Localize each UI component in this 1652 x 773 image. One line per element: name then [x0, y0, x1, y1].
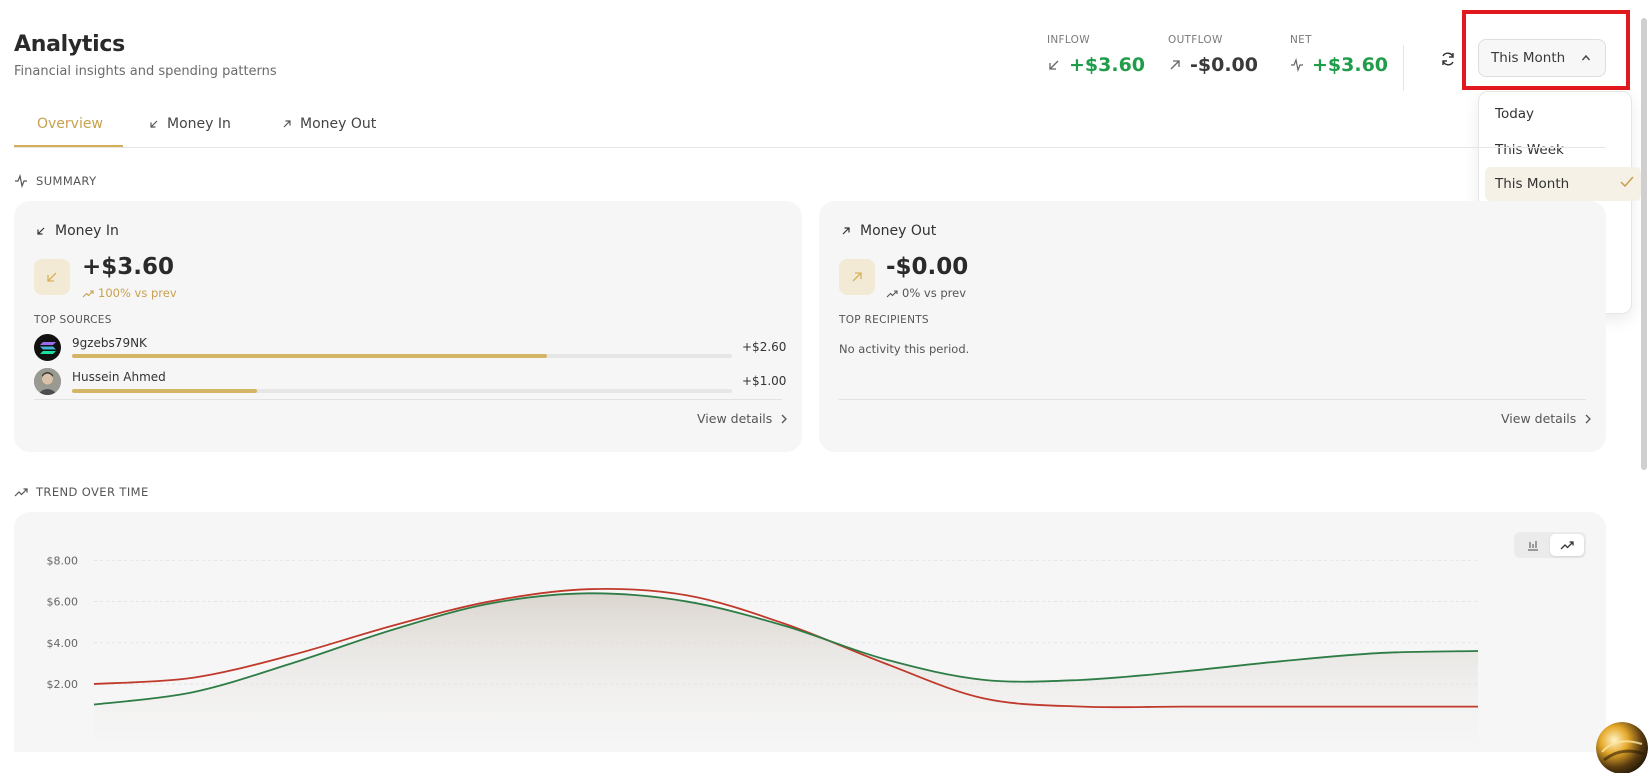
source-name: Hussein Ahmed	[72, 370, 166, 384]
view-details-text: View details	[697, 411, 773, 426]
trending-up-icon	[14, 488, 28, 497]
outflow-value: -$0.00	[1190, 54, 1258, 76]
assistant-orb-button[interactable]	[1596, 722, 1648, 773]
line-chart-button[interactable]	[1550, 534, 1584, 556]
trend-section-label: TREND OVER TIME	[14, 485, 149, 499]
tab-overview[interactable]: Overview	[37, 116, 103, 132]
check-icon	[1620, 176, 1634, 188]
money-out-change: 0% vs prev	[886, 286, 966, 300]
money-in-view-details-link[interactable]: View details	[697, 411, 788, 426]
highlight-box	[1462, 10, 1630, 90]
menu-item-this-week[interactable]: This Week	[1485, 133, 1641, 167]
trend-chart: $8.00 $6.00 $4.00 $2.00	[47, 554, 1479, 742]
activity-icon	[15, 174, 27, 188]
summary-label: SUMMARY	[36, 174, 97, 188]
view-details-text: View details	[1501, 411, 1577, 426]
person-photo-icon	[34, 368, 61, 395]
source-amount: +$1.00	[742, 374, 787, 388]
tab-money-out[interactable]: Money Out	[282, 116, 376, 132]
y-tick-label: $8.00	[47, 554, 79, 567]
refresh-icon	[1442, 52, 1454, 66]
source-bar-track	[72, 389, 732, 393]
outflow-label: OUTFLOW	[1168, 34, 1223, 46]
inflow-stat: INFLOW +$3.60	[1047, 34, 1145, 76]
tabs-divider	[14, 147, 1606, 148]
trend-chart-card: $8.00 $6.00 $4.00 $2.00	[14, 512, 1606, 752]
y-tick-label: $6.00	[47, 596, 79, 609]
avatar	[34, 334, 61, 361]
money-out-view-details-link[interactable]: View details	[1501, 411, 1592, 426]
y-tick-label: $4.00	[47, 637, 79, 650]
trending-up-icon	[1560, 541, 1574, 550]
top-recipients-label: TOP RECIPIENTS	[839, 314, 929, 326]
empty-state-text: No activity this period.	[839, 342, 970, 356]
arrow-up-right-icon	[852, 272, 862, 282]
orb-icon	[1596, 722, 1648, 773]
menu-item-today[interactable]: Today	[1485, 97, 1641, 131]
money-out-card	[819, 201, 1606, 452]
solana-logo-icon	[39, 341, 56, 354]
net-label: NET	[1290, 34, 1312, 46]
card-divider	[839, 399, 1586, 400]
inflow-label: INFLOW	[1047, 34, 1090, 46]
arrow-down-left-icon	[37, 227, 45, 235]
money-out-amount: -$0.00	[886, 254, 969, 280]
money-in-icon-tile	[34, 259, 70, 295]
money-out-card-title: Money Out	[841, 223, 936, 239]
card-divider	[34, 399, 782, 400]
source-bar-track	[72, 354, 732, 358]
outflow-stat: OUTFLOW -$0.00	[1168, 34, 1258, 76]
y-tick-label: $2.00	[47, 678, 79, 691]
money-in-card	[14, 201, 802, 452]
menu-item-label: This Month	[1495, 176, 1570, 192]
summary-section-label: SUMMARY	[14, 174, 97, 188]
change-text: 0% vs prev	[902, 286, 967, 300]
source-amount: +$2.60	[742, 340, 787, 354]
arrow-down-left-icon	[1047, 58, 1061, 72]
arrow-up-right-icon	[1168, 58, 1182, 72]
net-value: +$3.60	[1312, 54, 1389, 76]
chevron-right-icon	[1585, 414, 1592, 423]
tab-label: Overview	[37, 116, 103, 132]
arrow-up-right-icon	[283, 120, 291, 128]
page-subtitle: Financial insights and spending patterns	[14, 64, 277, 79]
bar-chart-button[interactable]	[1516, 534, 1550, 556]
trending-up-icon	[82, 289, 94, 297]
source-bar-fill	[72, 389, 257, 393]
money-in-change: 100% vs prev	[82, 286, 177, 300]
trending-up-icon	[886, 289, 898, 297]
arrow-down-left-icon	[47, 272, 57, 282]
card-title-text: Money Out	[860, 223, 937, 239]
tab-money-in[interactable]: Money In	[149, 116, 231, 132]
page-title: Analytics	[14, 32, 125, 57]
bar-chart-icon	[1528, 541, 1538, 551]
trend-label: TREND OVER TIME	[36, 485, 149, 499]
money-in-amount: +$3.60	[82, 254, 175, 280]
chart-type-toggle	[1514, 532, 1586, 558]
net-stat: NET +$3.60	[1290, 34, 1388, 76]
series-area	[94, 593, 1478, 742]
scrollbar[interactable]	[1641, 18, 1647, 470]
arrow-up-right-icon	[842, 227, 850, 235]
source-bar-fill	[72, 354, 548, 358]
active-tab-indicator	[14, 145, 123, 147]
arrow-down-left-icon	[150, 120, 158, 128]
avatar	[34, 368, 61, 395]
change-text: 100% vs prev	[98, 286, 177, 300]
menu-item-this-month[interactable]: This Month	[1485, 167, 1641, 201]
tab-label: Money Out	[300, 116, 377, 132]
chevron-right-icon	[781, 414, 788, 423]
top-sources-label: TOP SOURCES	[34, 314, 112, 326]
activity-icon	[1290, 58, 1304, 72]
header-divider	[1403, 45, 1404, 91]
inflow-value: +$3.60	[1069, 54, 1146, 76]
money-in-card-title: Money In	[36, 223, 119, 239]
source-name: 9gzebs79NK	[72, 336, 147, 350]
tab-label: Money In	[167, 116, 231, 132]
money-out-icon-tile	[839, 259, 875, 295]
card-title-text: Money In	[55, 223, 119, 239]
refresh-button[interactable]	[1434, 46, 1462, 72]
